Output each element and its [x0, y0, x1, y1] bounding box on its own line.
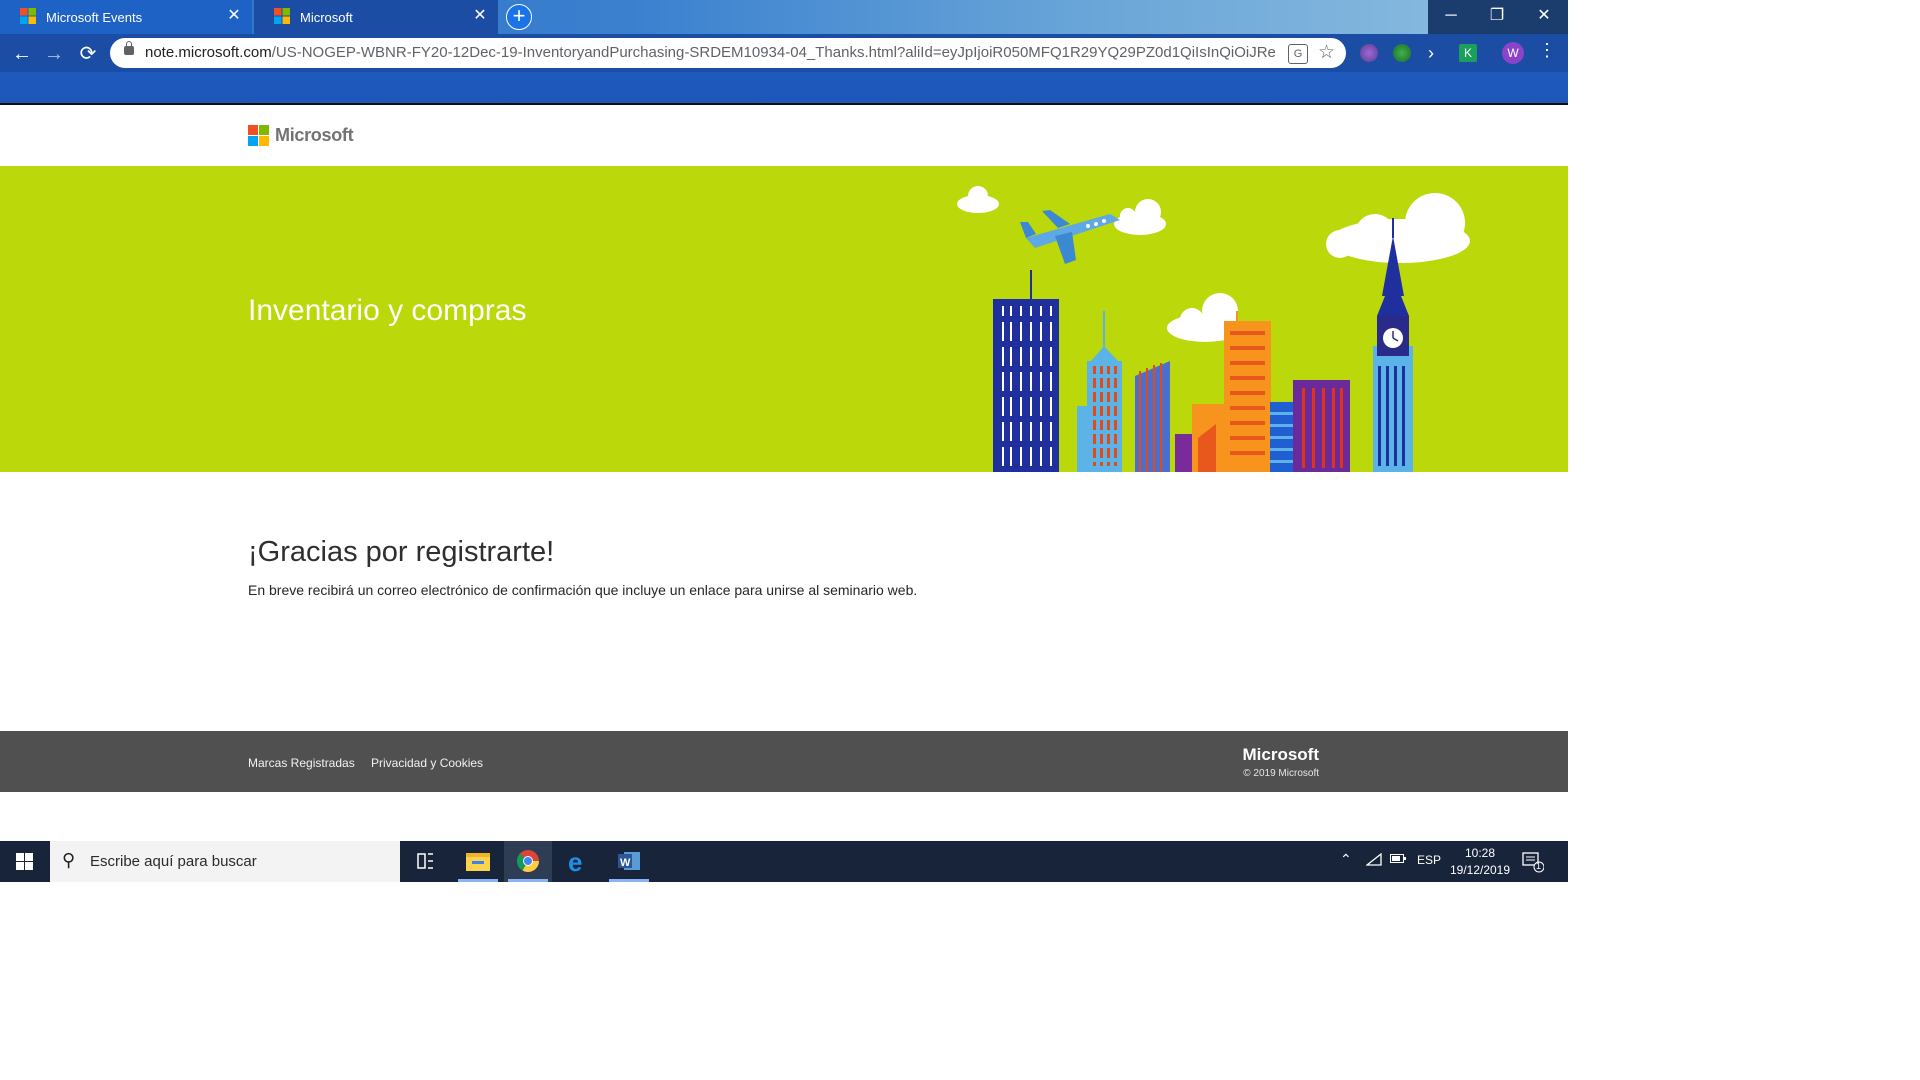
search-icon: ⚲	[62, 850, 76, 870]
close-icon[interactable]: ✕	[472, 8, 488, 24]
site-footer: Marcas Registradas Privacidad y Cookies …	[0, 731, 1568, 792]
extension-icon[interactable]	[1360, 44, 1378, 62]
chevron-right-icon[interactable]: ›	[1428, 44, 1446, 62]
svg-text:e: e	[568, 847, 582, 877]
edge-icon: e	[568, 847, 582, 877]
word-icon: W	[618, 852, 640, 870]
windows-taskbar: ⚲ Escribe aquí para buscar e W ⌃ ESP 10:…	[0, 841, 1568, 882]
folder-icon	[466, 853, 490, 871]
tab-strip: Microsoft Events ✕ Microsoft ✕ + ─ ❐ ✕	[0, 0, 1568, 34]
extension-icon[interactable]	[1393, 44, 1411, 62]
close-icon[interactable]: ✕	[226, 8, 242, 24]
clock-date: 19/12/2019	[1449, 863, 1511, 877]
toolbar-lower	[0, 72, 1568, 104]
browser-menu-button[interactable]: ⋮	[1538, 40, 1556, 61]
notification-count: 1	[1536, 861, 1542, 871]
page-bottom-space	[0, 792, 1568, 841]
action-center-button[interactable]: 1	[1522, 851, 1545, 873]
microsoft-logo-icon	[248, 125, 269, 146]
address-bar[interactable]: note.microsoft.com/US-NOGEP-WBNR-FY20-12…	[110, 38, 1346, 68]
running-indicator	[508, 879, 548, 882]
footer-link-privacy[interactable]: Privacidad y Cookies	[371, 756, 483, 770]
city-illustration	[957, 186, 1470, 472]
site-header: Microsoft	[0, 105, 1568, 166]
task-view-icon	[417, 853, 433, 869]
extension-icon[interactable]: K	[1459, 44, 1477, 62]
running-indicator	[609, 879, 649, 882]
url-text[interactable]: note.microsoft.com/US-NOGEP-WBNR-FY20-12…	[145, 44, 1275, 61]
maximize-button[interactable]: ❐	[1474, 0, 1520, 34]
back-button[interactable]: ←	[6, 42, 38, 66]
file-explorer-button[interactable]	[454, 841, 502, 882]
taskbar-search[interactable]: ⚲ Escribe aquí para buscar	[50, 841, 400, 882]
close-window-button[interactable]: ✕	[1520, 0, 1568, 34]
thanks-heading: ¡Gracias por registrarte!	[248, 536, 555, 568]
start-button[interactable]	[0, 841, 48, 882]
clock-time: 10:28	[1464, 846, 1496, 860]
system-clock[interactable]: 10:28 19/12/2019	[1448, 845, 1512, 879]
lock-icon[interactable]	[124, 41, 134, 55]
edge-button[interactable]: e	[554, 841, 602, 882]
reload-button[interactable]: ⟳	[72, 42, 104, 66]
word-button[interactable]: W	[605, 841, 653, 882]
task-view-button[interactable]	[400, 841, 448, 882]
microsoft-brand[interactable]: Microsoft	[248, 125, 354, 146]
tab-microsoft-events[interactable]: Microsoft Events ✕	[0, 0, 252, 34]
translate-icon[interactable]: G	[1288, 44, 1308, 64]
footer-brand: Microsoft	[1242, 745, 1320, 764]
microsoft-logo-icon	[20, 7, 36, 27]
footer-link-trademarks[interactable]: Marcas Registradas	[248, 756, 355, 770]
hero-banner: Inventario y compras	[0, 166, 1568, 472]
language-indicator[interactable]: ESP	[1417, 853, 1441, 867]
windows-logo-icon	[16, 853, 33, 870]
page-title: Inventario y compras	[248, 294, 527, 328]
minimize-button[interactable]: ─	[1428, 0, 1474, 34]
profile-avatar[interactable]: W	[1502, 42, 1524, 64]
chrome-button[interactable]	[504, 841, 552, 882]
tab-microsoft[interactable]: Microsoft ✕	[254, 0, 498, 34]
url-host: note.microsoft.com	[145, 44, 272, 61]
main-content: ¡Gracias por registrarte! En breve recib…	[0, 472, 1568, 731]
chevron-up-icon[interactable]: ⌃	[1340, 851, 1352, 868]
new-tab-button[interactable]: +	[506, 4, 532, 30]
chrome-icon	[517, 850, 539, 872]
forward-button[interactable]: →	[38, 42, 70, 66]
wifi-icon[interactable]	[1365, 852, 1382, 870]
svg-text:W: W	[620, 857, 631, 869]
search-placeholder: Escribe aquí para buscar	[90, 853, 257, 870]
battery-icon[interactable]	[1390, 853, 1406, 867]
url-path: /US-NOGEP-WBNR-FY20-12Dec-19-Inventoryan…	[271, 44, 1275, 61]
microsoft-logo-icon	[274, 7, 290, 27]
bookmark-star-icon[interactable]: ☆	[1318, 41, 1335, 64]
running-indicator	[458, 879, 498, 882]
copyright: © 2019 Microsoft	[1243, 768, 1319, 779]
tab-title: Microsoft	[300, 9, 353, 25]
brand-name: Microsoft	[275, 125, 354, 145]
tab-title: Microsoft Events	[46, 9, 143, 25]
confirmation-message: En breve recibirá un correo electrónico …	[248, 582, 918, 598]
